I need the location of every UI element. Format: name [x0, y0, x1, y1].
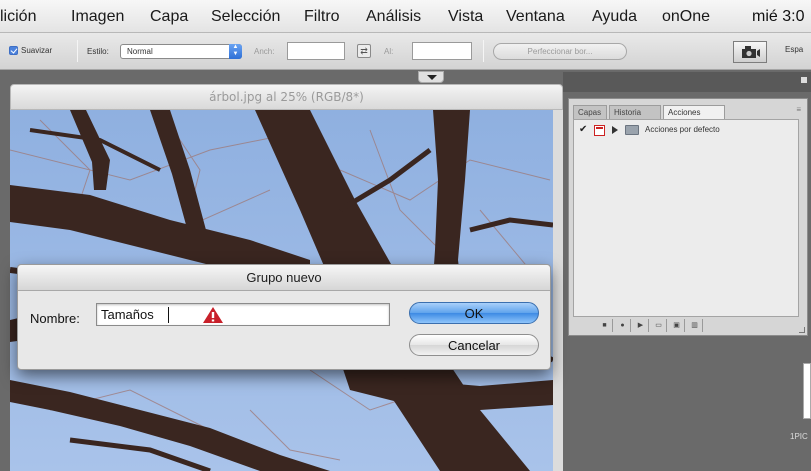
panel-dock-collapse-icon[interactable] — [801, 77, 807, 83]
height-label: Al: — [384, 47, 394, 56]
name-label: Nombre: — [30, 311, 80, 326]
swap-icon[interactable]: ⇄ — [357, 44, 371, 58]
checkmark-icon[interactable]: ✔ — [579, 124, 587, 135]
menu-seleccion[interactable]: Selección — [211, 8, 280, 26]
options-separator — [77, 40, 78, 62]
menu-clock: mié 3:0 — [752, 8, 805, 25]
collapse-arrow-icon[interactable] — [418, 71, 444, 83]
style-select-value: Normal — [127, 47, 153, 56]
select-arrows-icon: ▲ ▼ — [229, 44, 242, 59]
stop-icon[interactable]: ■ — [597, 319, 613, 332]
text-caret — [168, 307, 169, 323]
menu-ventana[interactable]: Ventana — [506, 8, 565, 26]
list-item[interactable]: ✔ Acciones por defecto — [574, 123, 798, 139]
menu-vista[interactable]: Vista — [448, 8, 483, 26]
new-action-icon[interactable]: ▣ — [669, 319, 685, 332]
ok-button[interactable]: OK — [409, 302, 539, 324]
menu-filtro[interactable]: Filtro — [304, 8, 340, 26]
panel-footer: ■ ● ▶ ▭ ▣ ▥ — [573, 319, 799, 333]
play-icon[interactable]: ▶ — [633, 319, 649, 332]
new-group-dialog: Grupo nuevo Nombre: OK Cancelar — [17, 264, 551, 370]
menu-capa[interactable]: Capa — [150, 8, 188, 26]
camera-icon — [742, 46, 760, 58]
resize-grip-icon[interactable] — [799, 327, 805, 333]
smooth-checkbox[interactable] — [9, 46, 18, 55]
expand-triangle-icon[interactable] — [612, 126, 618, 134]
refine-edge-button[interactable]: Perfeccionar bor... — [493, 43, 627, 60]
actions-list: ✔ Acciones por defecto — [573, 119, 799, 317]
menu-analisis[interactable]: Análisis — [366, 8, 421, 26]
smooth-label: Suavizar — [21, 46, 53, 55]
tab-acciones[interactable]: Acciones — [663, 105, 725, 120]
action-set-label: Acciones por defecto — [645, 125, 720, 134]
workspace-label: Espa — [785, 45, 804, 54]
height-field[interactable] — [412, 42, 472, 60]
side-pane — [803, 363, 811, 419]
new-set-icon[interactable]: ▭ — [651, 319, 667, 332]
width-field[interactable] — [287, 42, 345, 60]
panel-menu-icon[interactable]: ≡ — [796, 105, 801, 114]
document-scrollbar[interactable] — [553, 110, 563, 471]
folder-icon — [625, 125, 639, 135]
record-icon[interactable]: ● — [615, 319, 631, 332]
panel-dock-header — [563, 72, 811, 92]
side-pane-label: 1PIC — [790, 432, 808, 441]
menu-ayuda[interactable]: Ayuda — [592, 8, 637, 26]
screen: lición Imagen Capa Selección Filtro Anál… — [0, 0, 811, 471]
menu-imagen[interactable]: Imagen — [71, 8, 124, 26]
options-separator — [483, 40, 484, 62]
dialog-title[interactable]: Grupo nuevo — [18, 265, 550, 291]
actions-panel: Capas Historia Acciones ≡ ✔ Acciones por… — [568, 98, 808, 336]
name-field[interactable] — [96, 303, 390, 326]
menu-bar: lición Imagen Capa Selección Filtro Anál… — [0, 0, 811, 33]
menu-onone[interactable]: onOne — [662, 8, 710, 26]
menu-edicion[interactable]: lición — [0, 8, 36, 26]
style-label: Estilo: — [87, 47, 109, 56]
options-bar: Suavizar Estilo: Normal ▲ ▼ Anch: ⇄ Al: P… — [0, 33, 811, 70]
dialog-toggle-icon[interactable] — [594, 125, 605, 136]
width-label: Anch: — [254, 47, 275, 56]
document-title[interactable]: árbol.jpg al 25% (RGB/8*) — [10, 84, 563, 110]
warning-cursor-icon — [203, 307, 223, 323]
tab-capas[interactable]: Capas — [573, 105, 607, 120]
cancel-button[interactable]: Cancelar — [409, 334, 539, 356]
workspace-button[interactable] — [733, 41, 767, 63]
trash-icon[interactable]: ▥ — [687, 319, 703, 332]
tab-historia[interactable]: Historia — [609, 105, 661, 120]
style-select[interactable]: Normal ▲ ▼ — [120, 44, 242, 59]
